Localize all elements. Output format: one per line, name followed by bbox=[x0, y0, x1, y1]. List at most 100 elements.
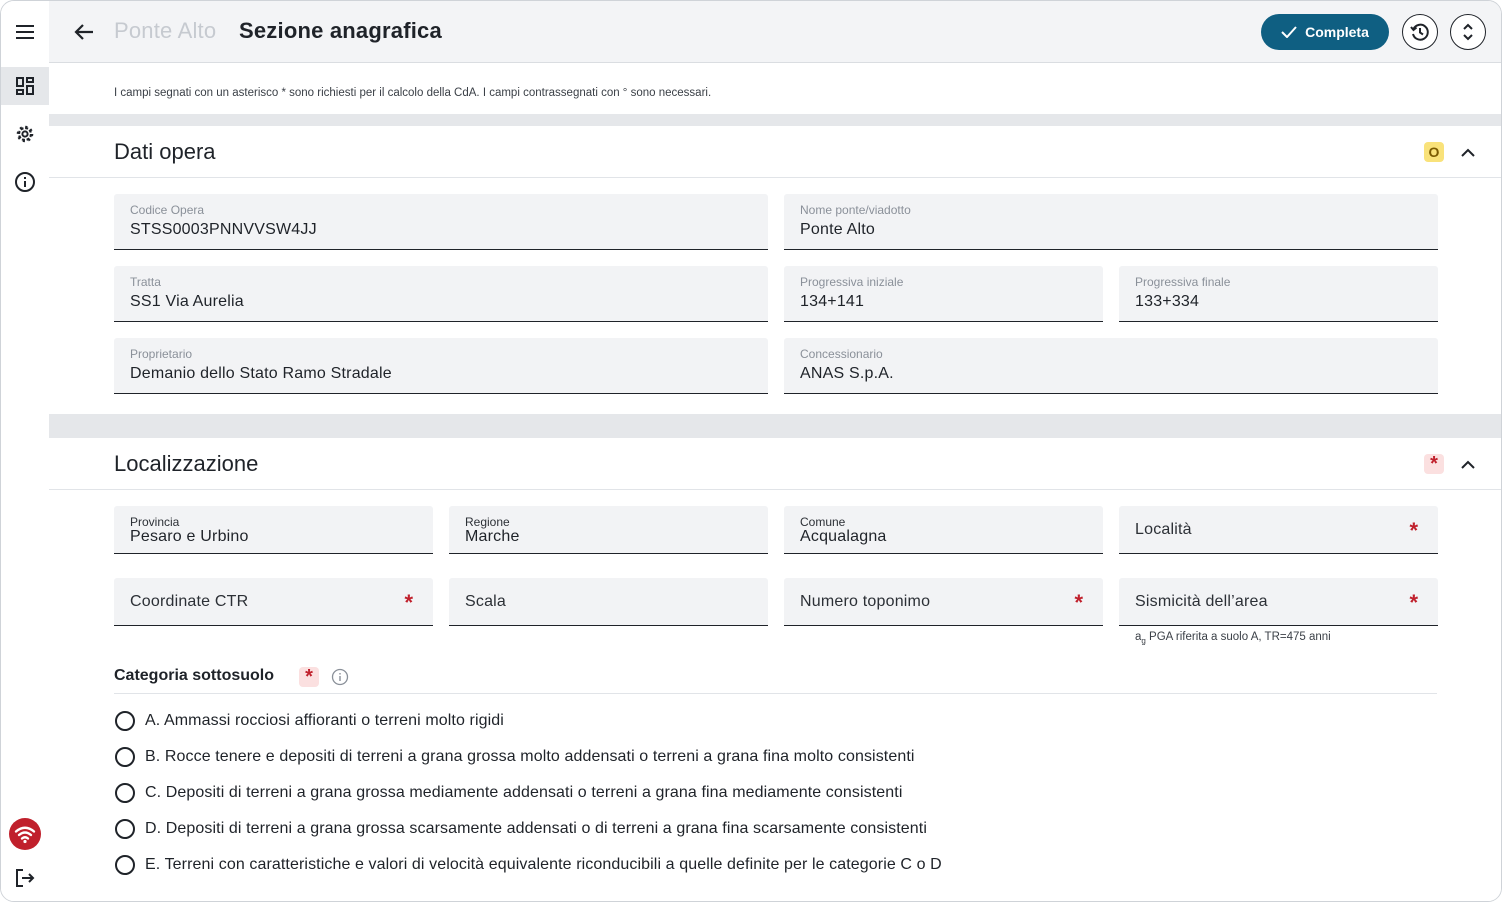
complete-button-label: Completa bbox=[1305, 24, 1369, 40]
section-header-divider bbox=[49, 489, 1501, 490]
tratta-field[interactable]: Tratta SS1 Via Aurelia bbox=[114, 266, 768, 322]
section-header-divider bbox=[49, 177, 1501, 178]
option-label: C. Depositi di terreni a grana grossa me… bbox=[145, 784, 903, 801]
expand-collapse-button[interactable] bbox=[1450, 14, 1486, 50]
field-label: Regione bbox=[465, 515, 510, 529]
app-window: Ponte Alto Sezione anagrafica Completa I… bbox=[0, 0, 1502, 902]
required-asterisk: * bbox=[404, 590, 413, 615]
radio-button[interactable] bbox=[115, 711, 135, 731]
radio-button[interactable] bbox=[115, 783, 135, 803]
top-bar: Ponte Alto Sezione anagrafica Completa bbox=[49, 1, 1501, 63]
sidebar-item-info[interactable] bbox=[1, 163, 49, 201]
radio-button[interactable] bbox=[115, 819, 135, 839]
collapse-dati-opera-button[interactable] bbox=[1458, 142, 1478, 162]
progressiva-finale-field[interactable]: Progressiva finale 133+334 bbox=[1119, 266, 1438, 322]
field-value: Pesaro e Urbino bbox=[130, 528, 249, 545]
option-label: B. Rocce tenere e depositi di terreni a … bbox=[145, 748, 915, 765]
field-label: Provincia bbox=[130, 515, 180, 529]
field-placeholder: Località bbox=[1135, 521, 1192, 538]
categoria-sottosuolo-title: Categoria sottosuolo bbox=[114, 667, 275, 684]
provincia-select[interactable]: Provincia Pesaro e Urbino bbox=[114, 506, 433, 554]
field-value: Demanio dello Stato Ramo Stradale bbox=[130, 365, 392, 382]
field-value: 134+141 bbox=[800, 293, 865, 310]
check-icon bbox=[1281, 26, 1297, 38]
field-label: Comune bbox=[800, 515, 846, 529]
breadcrumb[interactable]: Ponte Alto bbox=[114, 18, 216, 44]
logout-icon bbox=[16, 869, 35, 887]
logout-button[interactable] bbox=[1, 859, 49, 897]
option-label: A. Ammassi rocciosi affioranti o terreni… bbox=[145, 712, 504, 729]
back-button[interactable] bbox=[69, 17, 99, 47]
sidebar-item-settings[interactable] bbox=[1, 115, 49, 153]
form-content: I campi segnati con un asterisco * sono … bbox=[49, 63, 1501, 901]
proprietario-field[interactable]: Proprietario Demanio dello Stato Ramo St… bbox=[114, 338, 768, 394]
field-placeholder: Scala bbox=[465, 593, 507, 610]
field-value: Acqualagna bbox=[800, 528, 887, 545]
categoria-option-c[interactable]: C. Depositi di terreni a grana grossa me… bbox=[115, 783, 902, 803]
localita-input[interactable]: Località * bbox=[1119, 506, 1438, 554]
info-icon bbox=[15, 172, 35, 192]
numero-toponimo-input[interactable]: Numero toponimo * bbox=[784, 578, 1103, 626]
option-label: E. Terreni con caratteristiche e valori … bbox=[145, 856, 942, 873]
sidebar bbox=[1, 1, 50, 901]
history-button[interactable] bbox=[1402, 14, 1438, 50]
field-value: STSS0003PNNVVSW4JJ bbox=[130, 221, 317, 238]
chevron-up-icon bbox=[1461, 148, 1475, 157]
collapse-localizzazione-button[interactable] bbox=[1458, 454, 1478, 474]
field-value: Ponte Alto bbox=[800, 221, 875, 238]
scala-input[interactable]: Scala bbox=[449, 578, 768, 626]
required-badge: * bbox=[299, 667, 319, 687]
categoria-info-button[interactable] bbox=[331, 668, 349, 686]
section-title: Dati opera bbox=[114, 139, 216, 164]
complete-button[interactable]: Completa bbox=[1261, 14, 1389, 50]
nome-ponte-field[interactable]: Nome ponte/viadotto Ponte Alto bbox=[784, 194, 1438, 250]
page-title: Sezione anagrafica bbox=[239, 18, 442, 43]
hamburger-icon bbox=[16, 25, 34, 39]
arrow-left-icon bbox=[74, 24, 93, 40]
field-label: Tratta bbox=[130, 275, 161, 289]
field-value: ANAS S.p.A. bbox=[800, 365, 894, 382]
field-value: 133+334 bbox=[1135, 293, 1200, 310]
optional-badge: O bbox=[1424, 142, 1444, 162]
connection-status-button[interactable] bbox=[1, 815, 49, 853]
field-label: Codice Opera bbox=[130, 203, 205, 217]
chevron-up-icon bbox=[1461, 460, 1475, 469]
categoria-option-b[interactable]: B. Rocce tenere e depositi di terreni a … bbox=[115, 747, 915, 767]
section-title: Localizzazione bbox=[114, 451, 259, 476]
coordinate-ctr-input[interactable]: Coordinate CTR * bbox=[114, 578, 433, 626]
regione-select[interactable]: Regione Marche bbox=[449, 506, 768, 554]
field-label: Progressiva iniziale bbox=[800, 275, 904, 289]
required-asterisk: * bbox=[1409, 518, 1418, 543]
field-value: SS1 Via Aurelia bbox=[130, 293, 244, 310]
required-asterisk: * bbox=[1074, 590, 1083, 615]
progressiva-iniziale-field[interactable]: Progressiva iniziale 134+141 bbox=[784, 266, 1103, 322]
dashboard-icon bbox=[16, 77, 34, 95]
wifi-icon bbox=[9, 818, 41, 850]
form-note: I campi segnati con un asterisco * sono … bbox=[114, 87, 712, 99]
section-divider bbox=[49, 114, 1501, 126]
option-label: D. Depositi di terreni a grana grossa sc… bbox=[145, 820, 927, 837]
sismicita-input[interactable]: Sismicità dell’area * bbox=[1119, 578, 1438, 626]
info-icon bbox=[331, 668, 349, 686]
section-divider bbox=[49, 414, 1501, 438]
concessionario-field[interactable]: Concessionario ANAS S.p.A. bbox=[784, 338, 1438, 394]
categoria-divider bbox=[114, 693, 1437, 694]
menu-button[interactable] bbox=[1, 13, 49, 51]
field-value: Marche bbox=[465, 528, 520, 545]
categoria-option-e[interactable]: E. Terreni con caratteristiche e valori … bbox=[115, 855, 942, 875]
required-asterisk: * bbox=[1409, 590, 1418, 615]
field-label: Concessionario bbox=[800, 347, 883, 361]
radio-button[interactable] bbox=[115, 855, 135, 875]
radio-button[interactable] bbox=[115, 747, 135, 767]
categoria-option-a[interactable]: A. Ammassi rocciosi affioranti o terreni… bbox=[115, 711, 504, 731]
sidebar-item-dashboard[interactable] bbox=[1, 67, 49, 105]
sismicita-hint: ag PGA riferita a suolo A, TR=475 anni bbox=[1135, 631, 1331, 646]
comune-select[interactable]: Comune Acqualagna bbox=[784, 506, 1103, 554]
field-placeholder: Sismicità dell’area bbox=[1135, 593, 1268, 610]
field-label: Nome ponte/viadotto bbox=[800, 203, 911, 217]
field-label: Proprietario bbox=[130, 347, 193, 361]
categoria-option-d[interactable]: D. Depositi di terreni a grana grossa sc… bbox=[115, 819, 927, 839]
history-icon bbox=[1410, 23, 1429, 41]
field-placeholder: Coordinate CTR bbox=[130, 593, 249, 610]
codice-opera-field[interactable]: Codice Opera STSS0003PNNVVSW4JJ bbox=[114, 194, 768, 250]
